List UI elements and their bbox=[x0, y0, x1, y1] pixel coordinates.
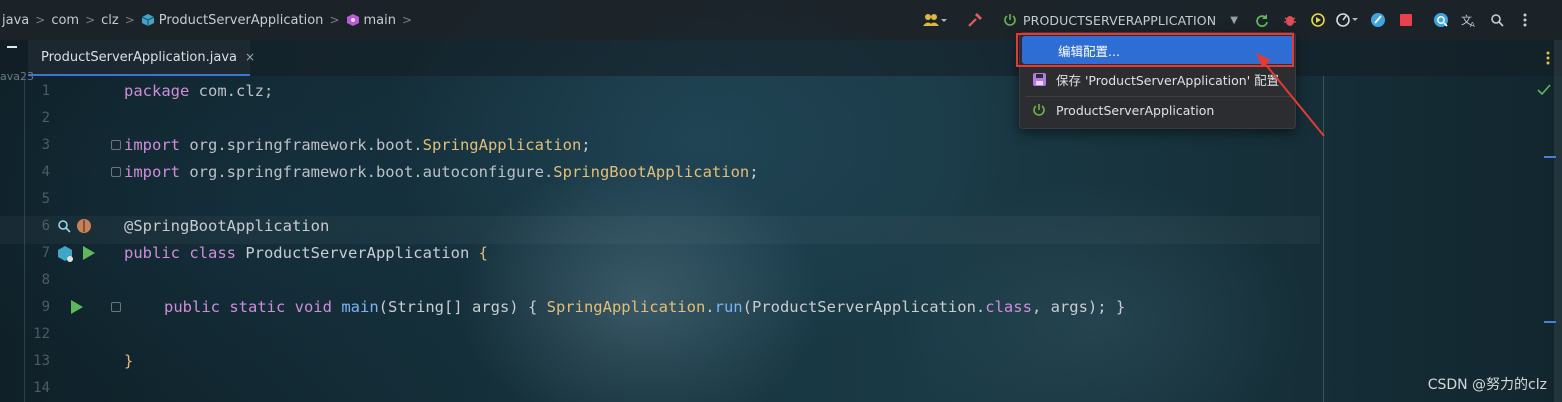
annotation-arrow-icon bbox=[1256, 53, 1325, 137]
watermark: CSDN @努力的clz bbox=[1427, 377, 1547, 393]
